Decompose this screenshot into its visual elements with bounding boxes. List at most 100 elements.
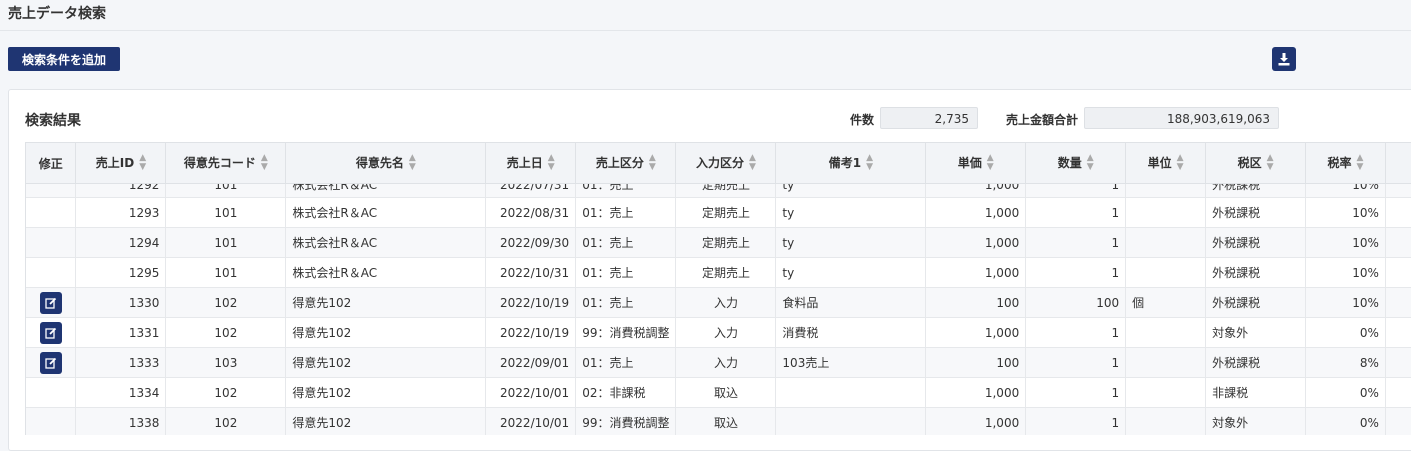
customer-code-cell: 101: [165, 227, 287, 258]
unit-cell: [1125, 183, 1207, 198]
unit-cell: [1125, 377, 1207, 408]
table-row[interactable]: 1338 102 得意先102 2022/10/01 99：消費税調整 取込 1,000 1 対…: [26, 407, 1411, 435]
sales-kind-cell: 99：消費税調整: [575, 317, 677, 348]
download-icon: [1278, 52, 1290, 65]
tax-rate-cell: 10%: [1305, 227, 1386, 258]
unit-cell: [1125, 197, 1207, 228]
table-row[interactable]: 1293 101 株式会社R＆AC 2022/08/31 01：売上 定期売上 ty 1,00…: [26, 197, 1411, 228]
unit-price-cell: 1,000: [925, 183, 1027, 198]
edit-cell: [26, 317, 77, 348]
col-header-sales-id[interactable]: 売上ID ▲ ▼: [75, 143, 167, 184]
total-amount-label: 売上金額合計: [1006, 113, 1079, 127]
sales-id-cell: 1333: [75, 347, 167, 378]
results-table: 修正 売上ID ▲ ▼ 得意先コード ▲ ▼ 得意先名 ▲ ▼ 売上日 ▲ ▼ 売上区分 ▲ ▼ 入…: [26, 143, 1411, 435]
overflow-cell: [1385, 347, 1411, 378]
col-header-tax-kind[interactable]: 税区 ▲ ▼: [1205, 143, 1306, 184]
unit-price-cell: 1,000: [925, 317, 1027, 348]
sort-icon[interactable]: ▲ ▼: [1177, 154, 1184, 172]
col-header-unit[interactable]: 単位 ▲ ▼: [1125, 143, 1207, 184]
sort-icon[interactable]: ▲ ▼: [1357, 154, 1364, 172]
col-header-note1[interactable]: 備考1 ▲ ▼: [775, 143, 927, 184]
table-row[interactable]: 1331 102 得意先102 2022/10/19 99：消費税調整 入力 消費税 1,00…: [26, 317, 1411, 348]
unit-cell: 個: [1125, 287, 1207, 318]
unit-price-cell: 1,000: [925, 197, 1027, 228]
table-row[interactable]: 1295 101 株式会社R＆AC 2022/10/31 01：売上 定期売上 ty 1,00…: [26, 257, 1411, 288]
sort-icon[interactable]: ▲ ▼: [139, 154, 146, 172]
tax-rate-cell: 8%: [1305, 347, 1386, 378]
edit-cell: [26, 227, 77, 258]
tax-kind-cell: 外税課税: [1205, 257, 1306, 288]
col-header-unit-price[interactable]: 単価 ▲ ▼: [925, 143, 1027, 184]
sales-kind-cell: 02：非課税: [575, 377, 677, 408]
results-table-container[interactable]: 修正 売上ID ▲ ▼ 得意先コード ▲ ▼ 得意先名 ▲ ▼ 売上日 ▲ ▼ 売上区分 ▲ ▼ 入…: [25, 142, 1411, 435]
tax-kind-cell: 外税課税: [1205, 183, 1306, 198]
add-search-condition-button[interactable]: 検索条件を追加: [8, 47, 120, 71]
sales-date-cell: 2022/10/31: [485, 257, 577, 288]
table-row[interactable]: 1334 102 得意先102 2022/10/01 02：非課税 取込 1,000 1 非課税…: [26, 377, 1411, 408]
col-header-input-kind[interactable]: 入力区分 ▲ ▼: [675, 143, 777, 184]
download-button[interactable]: [1272, 47, 1296, 71]
col-header-tax-rate[interactable]: 税率 ▲ ▼: [1305, 143, 1386, 184]
input-kind-cell: 入力: [675, 347, 777, 378]
sort-icon[interactable]: ▲ ▼: [749, 154, 756, 172]
customer-code-cell: 101: [165, 183, 287, 198]
sort-icon[interactable]: ▲ ▼: [866, 154, 873, 172]
sales-id-cell: 1331: [75, 317, 167, 348]
col-header-customer-code[interactable]: 得意先コード ▲ ▼: [165, 143, 287, 184]
table-row[interactable]: 1294 101 株式会社R＆AC 2022/09/30 01：売上 定期売上 ty 1,00…: [26, 227, 1411, 258]
table-row[interactable]: 1292 101 株式会社R＆AC 2022/07/31 01：売上 定期売上 ty 1,00…: [26, 183, 1411, 198]
edit-button[interactable]: [39, 321, 62, 344]
customer-name-cell: 得意先102: [285, 377, 487, 408]
edit-cell: [26, 407, 77, 435]
col-header-quantity[interactable]: 数量 ▲ ▼: [1025, 143, 1127, 184]
tax-kind-cell: 非課税: [1205, 377, 1306, 408]
edit-cell: [26, 377, 77, 408]
sales-kind-cell: 01：売上: [575, 257, 677, 288]
edit-button[interactable]: [39, 291, 62, 314]
sales-date-cell: 2022/08/31: [485, 197, 577, 228]
table-row[interactable]: 1333 103 得意先102 2022/09/01 01：売上 入力 103売上 100 1 外…: [26, 347, 1411, 378]
col-header-customer-name[interactable]: 得意先名 ▲ ▼: [285, 143, 487, 184]
overflow-cell: [1385, 183, 1411, 198]
quantity-cell: 1: [1025, 197, 1127, 228]
sort-icon[interactable]: ▲ ▼: [1267, 154, 1274, 172]
table-row[interactable]: 1330 102 得意先102 2022/10/19 01：売上 入力 食料品 100 100 個…: [26, 287, 1411, 318]
edit-cell: [26, 257, 77, 288]
unit-cell: [1125, 257, 1207, 288]
customer-code-cell: 102: [165, 407, 287, 435]
sort-icon[interactable]: ▲ ▼: [548, 154, 555, 172]
unit-cell: [1125, 347, 1207, 378]
customer-code-cell: 101: [165, 257, 287, 288]
tax-kind-cell: 外税課税: [1205, 287, 1306, 318]
table-header-row: 修正 売上ID ▲ ▼ 得意先コード ▲ ▼ 得意先名 ▲ ▼ 売上日 ▲ ▼ 売上区分 ▲ ▼ 入…: [26, 143, 1411, 184]
note1-cell: ty: [775, 257, 927, 288]
input-kind-cell: 定期売上: [675, 183, 777, 198]
sort-icon[interactable]: ▲ ▼: [409, 154, 416, 172]
customer-name-cell: 株式会社R＆AC: [285, 257, 487, 288]
sales-date-cell: 2022/10/19: [485, 287, 577, 318]
quantity-cell: 1: [1025, 377, 1127, 408]
note1-cell: 消費税: [775, 317, 927, 348]
note1-cell: [775, 377, 927, 408]
sales-kind-cell: 99：消費税調整: [575, 407, 677, 435]
total-amount-value: 188,903,619,063: [1084, 107, 1279, 129]
customer-code-cell: 101: [165, 197, 287, 228]
sales-id-cell: 1292: [75, 183, 167, 198]
edit-button[interactable]: [39, 351, 62, 374]
edit-icon: [45, 357, 56, 369]
sales-date-cell: 2022/10/19: [485, 317, 577, 348]
col-header-sales-date[interactable]: 売上日 ▲ ▼: [485, 143, 577, 184]
sort-icon[interactable]: ▲ ▼: [987, 154, 994, 172]
col-header-sales-kind[interactable]: 売上区分 ▲ ▼: [575, 143, 677, 184]
note1-cell: 103売上: [775, 347, 927, 378]
tax-rate-cell: 0%: [1305, 317, 1386, 348]
sort-icon[interactable]: ▲ ▼: [261, 154, 268, 172]
sales-id-cell: 1295: [75, 257, 167, 288]
overflow-cell: [1385, 287, 1411, 318]
tax-rate-cell: 0%: [1305, 377, 1386, 408]
sort-icon[interactable]: ▲ ▼: [1087, 154, 1094, 172]
customer-code-cell: 102: [165, 377, 287, 408]
quantity-cell: 1: [1025, 227, 1127, 258]
edit-icon: [45, 327, 56, 339]
sort-icon[interactable]: ▲ ▼: [649, 154, 656, 172]
